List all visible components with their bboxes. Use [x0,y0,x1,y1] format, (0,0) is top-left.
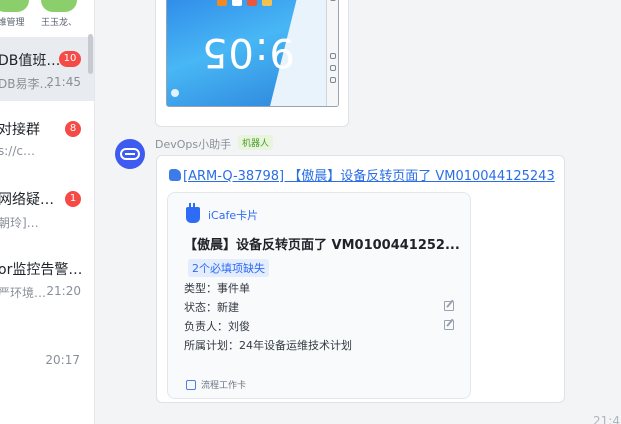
card-type-label: iCafe卡片 [208,209,259,222]
workflow-icon [186,379,196,390]
message-time: 21:45 [593,414,621,424]
unread-badge: 8 [65,121,81,137]
conversation-item-network[interactable]: 网络疑… 朝玲]… 1 [0,176,94,240]
field-type: 类型：事件单 [184,282,250,295]
missing-fields-pill[interactable]: 2个必填项缺失 [188,259,269,277]
unread-badge: 1 [65,191,81,207]
conversation-title: 对接群 [0,122,40,138]
avatar [41,0,77,12]
conversation-preview: s://c… [0,144,35,158]
link-icon [120,148,140,160]
contact-name: 维管理 [0,18,25,28]
issue-link-text[interactable]: [ARM-Q-38798] 【傲晨】设备反转页面了 VM010044125243 [183,165,555,184]
conversation-title: or监控告警… [0,262,83,278]
dock-icon [171,89,179,97]
contact-name: 王玉龙、 [40,18,77,28]
edit-icon[interactable] [444,301,454,311]
conversation-time: 21:20 [46,284,81,298]
hand-icon [169,168,181,181]
conversation-title: DB值班… [0,53,61,69]
field-status: 状态：新建 [184,301,239,314]
sidebar-scrollbar[interactable] [88,34,93,74]
issue-link[interactable]: [ARM-Q-38798] 【傲晨】设备反转页面了 VM010044125243 [169,165,555,184]
field-owner: 负责人：刘俊 [184,320,250,333]
card-header: iCafe卡片 [186,203,259,223]
conversation-preview: DB易李… [0,77,52,91]
robot-tag: 机器人 [238,135,274,150]
card-footer[interactable]: 流程工作卡 [186,378,246,391]
icafe-card[interactable]: iCafe卡片 【傲晨】设备反转页面了 VM0100441252... 2个必填… [167,192,471,399]
card-footer-label: 流程工作卡 [201,381,247,391]
app-icons [217,0,272,6]
field-plan: 所属计划：24年设备运维技术计划 [184,339,352,352]
conversation-time: 21:45 [46,75,81,89]
contact-item[interactable]: 维管理 [0,0,36,28]
conversation-item-docking[interactable]: 对接群 s://c… 8 [0,106,94,170]
conversation-item-db[interactable]: DB值班… DB易李… 10 21:45 [0,37,94,101]
phone-sidebar [326,0,338,106]
chat-panel: 9:05 DevOps小助手 机器人 [ARM-Q-38798] 【傲晨】设备反… [95,0,621,424]
lockscreen-clock: 9:05 [201,29,295,75]
screenshot-image[interactable]: 9:05 [166,0,339,107]
bot-avatar[interactable] [115,139,145,169]
edit-icon[interactable] [444,320,454,330]
conversation-time: 20:17 [45,353,80,367]
card-title[interactable]: 【傲晨】设备反转页面了 VM0100441252... [184,234,460,253]
conversation-item-monitor[interactable]: or监控告警… 严环境… 21:20 [0,246,94,310]
avatar [0,0,29,12]
sender-name: DevOps小助手 [155,138,232,151]
unread-badge: 10 [59,51,81,67]
conversation-sidebar: 维管理 王玉龙、 DB值班… DB易李… 10 21:45 对接群 s://c…… [0,0,95,424]
contact-item[interactable]: 王玉龙、 [34,0,84,28]
conversation-title: 网络疑… [0,192,54,208]
icafe-icon [186,203,200,223]
conversation-preview: 严环境… [0,286,47,300]
conversation-preview: 朝玲]… [0,216,39,230]
